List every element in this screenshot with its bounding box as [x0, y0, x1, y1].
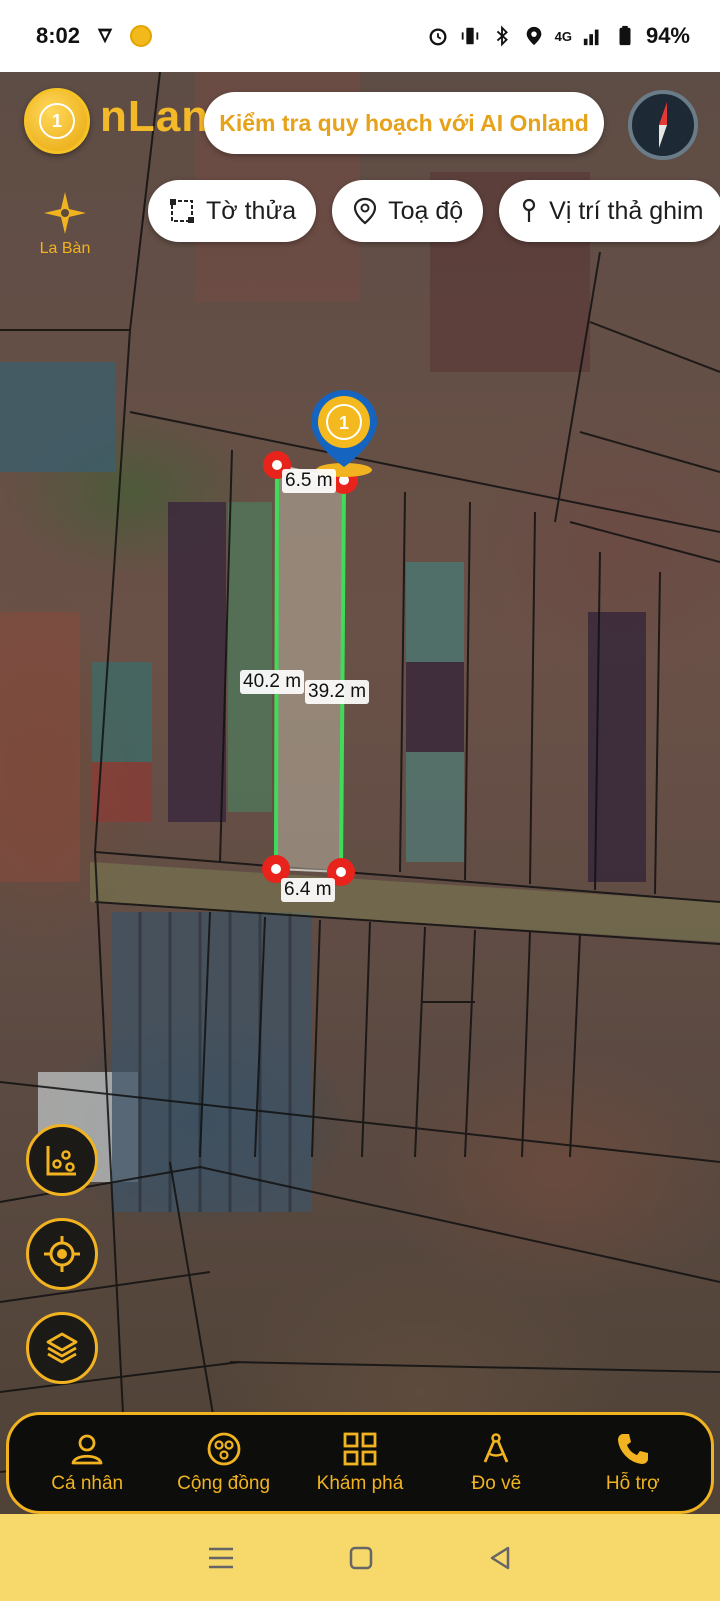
parcel-icon [170, 199, 194, 223]
brand-text: nLan [100, 92, 210, 141]
compass-button[interactable] [628, 90, 698, 160]
measure-label-right: 39.2 m [305, 680, 370, 704]
ai-check-banner[interactable]: Kiểm tra quy hoạch với AI Onland [204, 92, 604, 154]
app-notification-icon [130, 25, 153, 47]
my-location-button[interactable] [26, 1218, 98, 1290]
home-icon[interactable] [347, 1544, 375, 1572]
network-type: 4G [554, 28, 572, 44]
app-logo[interactable]: 1 [24, 88, 90, 154]
measure-icon [484, 1433, 509, 1463]
la-ban-label: La Bàn [39, 240, 91, 257]
back-icon[interactable] [486, 1544, 514, 1572]
measure-label-top: 6.5 m [282, 469, 336, 493]
chip-label: Toạ độ [388, 196, 464, 225]
phone-icon [617, 1434, 648, 1464]
map-overlay: 1 [0, 72, 720, 1514]
nav-do-ve[interactable]: Đo vẽ [431, 1431, 561, 1495]
system-navigation-bar [0, 1514, 720, 1601]
status-time: 8:02 [36, 23, 81, 48]
layers-icon [46, 1332, 78, 1364]
battery-icon [619, 25, 631, 46]
chip-label: Vị trí thả ghim [549, 196, 704, 225]
satellite-map[interactable]: 1 [0, 72, 720, 1514]
nav-label: Cá nhân [51, 1473, 124, 1494]
crosshair-icon [44, 1236, 80, 1272]
filter-chips: Tờ thửa Toạ độ Vị trí thả ghim [148, 180, 720, 242]
nav-label: Hỗ trợ [605, 1473, 660, 1494]
location-pin-icon [354, 197, 377, 225]
chip-label: Tờ thửa [206, 196, 297, 225]
recent-apps-icon[interactable] [206, 1545, 236, 1571]
chart-scatter-icon [46, 1146, 76, 1176]
battery-level: 94% [645, 23, 690, 48]
nav-ca-nhan[interactable]: Cá nhân [22, 1431, 152, 1495]
nav-label: Cộng đồng [177, 1473, 271, 1494]
measure-label-bottom: 6.4 m [281, 878, 335, 902]
stats-button[interactable] [26, 1124, 98, 1196]
alarm-icon [429, 28, 447, 46]
layers-button[interactable] [26, 1312, 98, 1384]
compass-rose-icon [44, 192, 86, 234]
user-icon [71, 1434, 103, 1465]
community-icon [207, 1432, 240, 1466]
measure-label-left: 40.2 m [240, 670, 305, 694]
shield-icon [97, 28, 113, 44]
compass-needle-icon [659, 102, 667, 148]
la-ban-button[interactable]: La Bàn [30, 190, 100, 258]
map-pin-icon[interactable]: 1 [311, 390, 377, 477]
location-icon [526, 26, 541, 46]
chip-vi-tri-tha-ghim[interactable]: Vị trí thả ghim [499, 180, 720, 242]
nav-label: Đo vẽ [471, 1473, 522, 1494]
status-bar: 8:02 4G 94% [0, 0, 720, 72]
chip-toa-do[interactable]: Toạ độ [332, 180, 484, 242]
svg-text:1: 1 [339, 413, 349, 433]
nav-label: Khám phá [316, 1473, 404, 1494]
nav-kham-pha[interactable]: Khám phá [295, 1431, 425, 1495]
drop-pin-icon [523, 198, 536, 222]
logo-coin-icon: 1 [39, 103, 75, 139]
grid-icon [343, 1432, 377, 1466]
plot-edge-left [274, 464, 279, 870]
nav-ho-tro[interactable]: Hỗ trợ [568, 1431, 698, 1495]
bluetooth-icon [496, 25, 508, 47]
nav-cong-dong[interactable]: Cộng đồng [159, 1431, 289, 1495]
signal-icon [583, 29, 599, 46]
bottom-navigation: Cá nhân Cộng đồng Khám phá Đo vẽ Hỗ trợ [6, 1412, 714, 1514]
vibrate-icon [461, 27, 478, 45]
chip-to-thua[interactable]: Tờ thửa [148, 180, 317, 242]
